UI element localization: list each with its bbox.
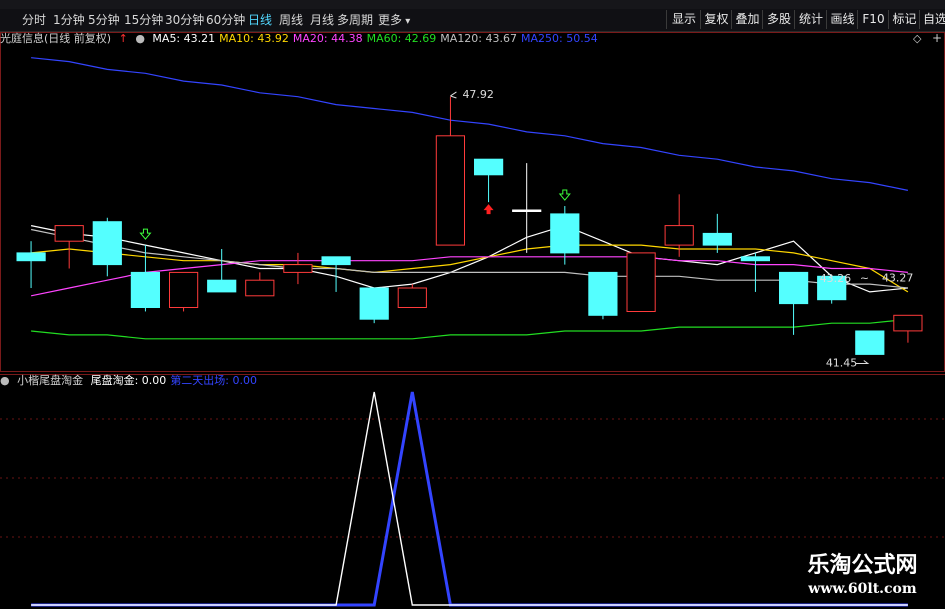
settings-circle-icon[interactable]: ● [135,32,145,45]
settings-circle-icon[interactable]: ● [0,374,10,387]
toolbar-button-2[interactable]: 叠加 [731,10,763,29]
plus-icon[interactable]: + [932,31,942,45]
candle-body [512,209,542,212]
candle-body [702,232,732,246]
more-caret-icon[interactable]: ▾ [402,16,410,27]
ma-line-ma20 [30,256,908,297]
watermark-name: 乐淘公式网 [807,553,918,578]
ma-legend-item: MA60: 42.69 [366,32,437,45]
ma-line-ma60 [31,318,908,340]
price-separator: ~ [860,271,869,284]
period-tab-6[interactable]: 日线 [248,9,272,31]
indicator-legend-items: 尾盘淘金: 0.00 第二天出场: 0.00 [91,374,261,387]
price-label: 47.92 [462,88,494,101]
toolbar-button-0[interactable]: 显示 [666,10,701,29]
window-top-strip [0,0,945,9]
toolbar-button-1[interactable]: 复权 [700,10,732,29]
ma-legend-items: MA5: 43.21 MA10: 43.92 MA20: 44.38 MA60: 42… [152,32,601,45]
candle-body [626,252,656,312]
candle-body [779,271,809,305]
candle-body [664,225,694,246]
candle-body [169,271,199,308]
period-tab-0[interactable]: 分时 [22,9,46,31]
main-chart-panel[interactable]: 47.92 43.26 43.27 41.45 ~ 光庭信息(日线 前复权) ↑ ● M… [0,31,945,372]
ma-line-ma250 [31,57,909,191]
indicator-title: 小楷尾盘淘金 [17,374,84,387]
toolbar-button-4[interactable]: 统计 [794,10,827,29]
green-down-arrow-icon [558,189,571,201]
candle-body [855,330,885,355]
indicator-series-line [31,391,908,607]
ma-legend-item: MA10: 43.92 [219,32,289,45]
period-tab-10[interactable]: 更多 ▾ [378,9,410,31]
red-up-arrow-icon: ↑ [118,32,128,45]
candle-body [245,279,275,297]
candle-body [397,287,427,308]
price-label: 43.26 [820,272,852,285]
main-frame [0,32,945,372]
candle-body [130,271,161,308]
indicator-legend: ● 小楷尾盘淘金 尾盘淘金: 0.00 第二天出场: 0.00 [0,374,265,388]
period-tab-1[interactable]: 1分钟 [53,9,85,31]
main-chart-svg[interactable]: 47.92 43.26 43.27 41.45 ~ [0,32,945,372]
candle-body [207,279,237,293]
ma-legend-item: MA120: 43.67 [440,32,518,45]
ma-line-ma10 [31,244,909,293]
candle-body [550,213,580,254]
candle-body [283,264,313,273]
toolbar-button-7[interactable]: 标记 [888,10,920,29]
price-pointer [855,360,870,365]
price-label: 43.27 [882,271,914,284]
candle-body [893,314,923,332]
period-tab-5[interactable]: 60分钟 [206,9,245,31]
period-tab-3[interactable]: 15分钟 [124,9,163,31]
period-tab-2[interactable]: 5分钟 [88,9,120,31]
ma-legend-item: MA5: 43.21 [152,32,216,45]
price-pointer [450,91,457,99]
ma-legend-item: MA20: 44.38 [292,32,363,45]
main-legend: 光庭信息(日线 前复权) ↑ ● MA5: 43.21 MA10: 43.92 MA… [0,32,606,46]
watermark: 乐淘公式网 www.60lt.com [790,552,935,598]
period-tab-4[interactable]: 30分钟 [165,9,204,31]
candle-body [740,256,770,262]
candle-body [435,135,465,246]
candle-body [54,225,84,242]
toolbar-button-5[interactable]: 画线 [826,10,858,29]
period-tab-9[interactable]: 多周期 [337,9,373,31]
price-label: 41.45 [826,357,858,370]
candle-body [474,158,504,176]
ma-legend-item: MA250: 50.54 [521,32,598,45]
indicator-legend-item: 第二天出场: 0.00 [170,374,258,387]
green-down-arrow-icon [139,228,152,240]
toolbar-button-3[interactable]: 多股 [762,10,795,29]
candle-body [588,271,618,316]
indicator-series-line [31,391,908,606]
candle-body [92,221,122,266]
candle-body [16,252,46,262]
period-tab-8[interactable]: 月线 [310,9,334,31]
period-toolbar: 分时 1分钟 5分钟 15分钟 30分钟 60分钟 日线 周线 月线 多周期 更多 ▾ 显示 复权 叠加多… [0,9,945,32]
toolbar-button-6[interactable]: F10 [857,10,889,29]
candle-body [321,256,351,266]
main-chart-title: 光庭信息(日线 前复权) [0,32,112,45]
red-up-arrow-icon [483,204,494,215]
candle-body [359,287,389,320]
toolbar-button-8[interactable]: 自选 [919,10,945,29]
watermark-url: www.60lt.com [808,581,917,597]
diamond-icon[interactable]: ◇ [913,32,921,45]
period-tab-7[interactable]: 周线 [279,9,303,31]
indicator-legend-item: 尾盘淘金: 0.00 [90,374,167,387]
